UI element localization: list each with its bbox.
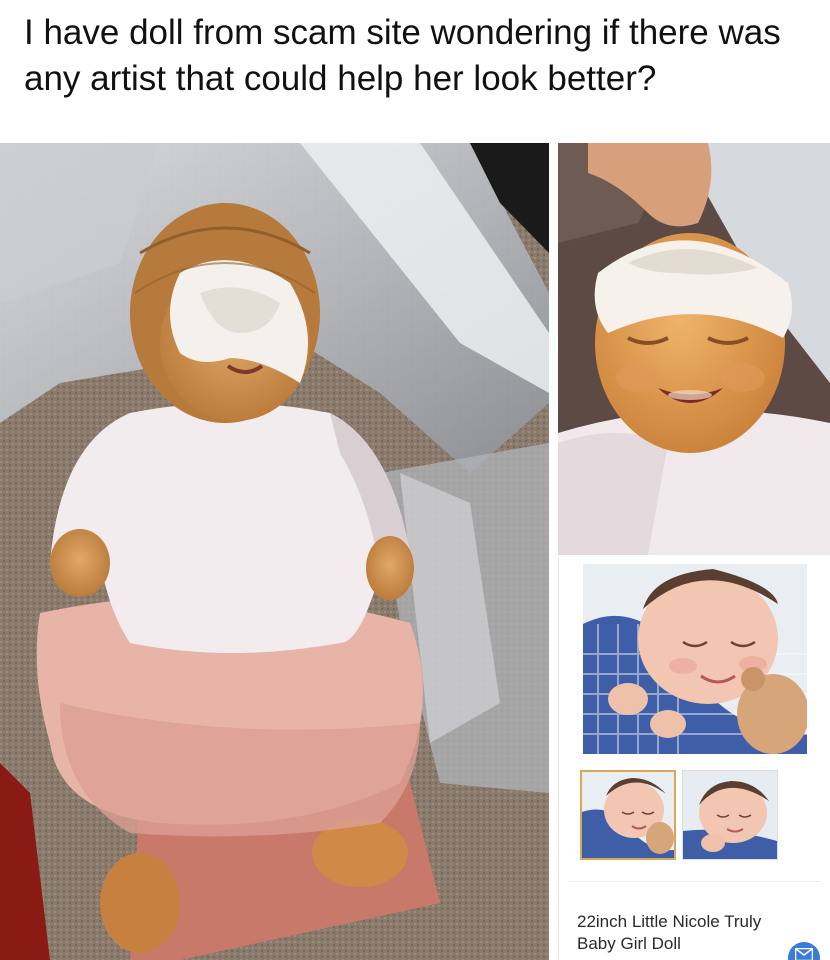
post-caption: I have doll from scam site wondering if …: [24, 13, 781, 98]
message-button[interactable]: [788, 942, 820, 960]
received-doll-photo: [0, 143, 549, 960]
listing-product-image: [583, 564, 807, 754]
envelope-icon: [795, 948, 813, 960]
product-thumbnail-2[interactable]: [682, 770, 778, 860]
listing-divider: [569, 881, 821, 882]
product-thumbnail-1[interactable]: [580, 770, 676, 860]
doll-face-closeup-photo: [558, 143, 830, 555]
product-title[interactable]: 22inch Little Nicole Truly Baby Girl Dol…: [577, 911, 797, 955]
product-listing: 22inch Little Nicole Truly Baby Girl Dol…: [558, 558, 830, 960]
